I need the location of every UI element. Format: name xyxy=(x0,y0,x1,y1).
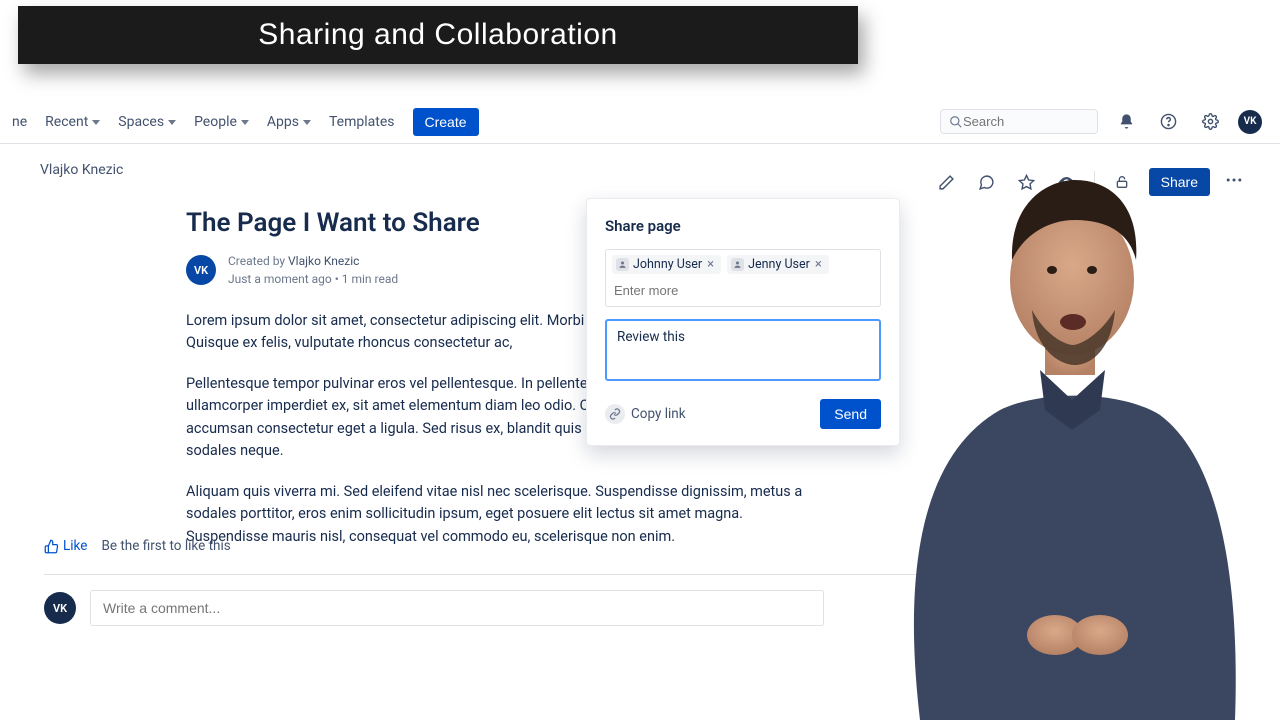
like-prompt: Be the first to like this xyxy=(101,538,230,554)
author-avatar[interactable]: VK xyxy=(186,255,216,285)
remove-recipient-icon[interactable]: × xyxy=(706,257,715,272)
video-title-text: Sharing and Collaboration xyxy=(258,18,617,52)
nav-left: ne Recent Spaces People Apps Templates C… xyxy=(12,108,479,136)
create-button[interactable]: Create xyxy=(413,108,479,136)
video-title-banner: Sharing and Collaboration xyxy=(18,6,858,64)
search-input[interactable] xyxy=(963,114,1083,129)
page-toolbar: Share xyxy=(934,168,1244,196)
chevron-down-icon xyxy=(168,120,176,125)
commenter-avatar: VK xyxy=(44,592,76,624)
recipients-text-input[interactable] xyxy=(612,280,874,301)
search-icon xyxy=(949,115,963,129)
nav-item-templates[interactable]: Templates xyxy=(329,114,395,130)
share-dialog: Share page Johnny User × Jenny User × Co… xyxy=(586,198,900,446)
toolbar-divider xyxy=(1094,171,1095,193)
nav-right: VK xyxy=(940,108,1268,136)
settings-icon[interactable] xyxy=(1196,108,1224,136)
recipient-chip: Johnny User × xyxy=(612,255,721,274)
nav-item-home-partial[interactable]: ne xyxy=(12,114,27,130)
nav-item-people[interactable]: People xyxy=(194,114,249,130)
recipient-chip: Jenny User × xyxy=(727,255,829,274)
person-icon xyxy=(616,258,629,271)
chevron-down-icon xyxy=(92,120,100,125)
link-icon xyxy=(605,404,625,424)
copy-link-button[interactable]: Copy link xyxy=(605,404,686,424)
nav-item-apps[interactable]: Apps xyxy=(267,114,311,130)
chevron-down-icon xyxy=(303,120,311,125)
section-divider xyxy=(44,574,930,575)
star-icon[interactable] xyxy=(1014,169,1040,195)
share-dialog-footer: Copy link Send xyxy=(605,399,881,429)
search-box[interactable] xyxy=(940,109,1098,134)
person-icon xyxy=(731,258,744,271)
byline-text: Created by Vlajko Knezic Just a moment a… xyxy=(228,252,398,288)
comment-icon[interactable] xyxy=(974,169,1000,195)
reactions-row: Like Be the first to like this xyxy=(44,538,231,554)
nav-item-recent[interactable]: Recent xyxy=(45,114,100,130)
presenter-figure xyxy=(840,150,1260,720)
share-dialog-title: Share page xyxy=(605,217,881,235)
restrictions-icon[interactable] xyxy=(1109,169,1135,195)
help-icon[interactable] xyxy=(1154,108,1182,136)
remove-recipient-icon[interactable]: × xyxy=(814,257,823,272)
user-avatar[interactable]: VK xyxy=(1238,110,1262,134)
comment-composer: VK xyxy=(44,590,824,626)
comment-input[interactable] xyxy=(90,590,824,626)
share-button[interactable]: Share xyxy=(1149,168,1210,196)
send-button[interactable]: Send xyxy=(820,399,881,429)
recipients-input[interactable]: Johnny User × Jenny User × xyxy=(605,249,881,307)
top-nav: ne Recent Spaces People Apps Templates C… xyxy=(0,100,1280,144)
author-name[interactable]: Vlajko Knezic xyxy=(288,254,359,268)
created-time: Just a moment ago xyxy=(228,272,332,286)
body-paragraph: Aliquam quis viverra mi. Sed eleifend vi… xyxy=(186,481,806,548)
watch-icon[interactable] xyxy=(1054,169,1080,195)
share-message-input[interactable] xyxy=(605,319,881,381)
nav-item-spaces[interactable]: Spaces xyxy=(118,114,176,130)
edit-icon[interactable] xyxy=(934,169,960,195)
chevron-down-icon xyxy=(241,120,249,125)
like-button[interactable]: Like xyxy=(44,538,87,554)
read-time: 1 min read xyxy=(342,272,398,286)
thumbs-up-icon xyxy=(44,539,59,554)
notifications-icon[interactable] xyxy=(1112,108,1140,136)
more-actions-icon[interactable] xyxy=(1224,170,1244,195)
